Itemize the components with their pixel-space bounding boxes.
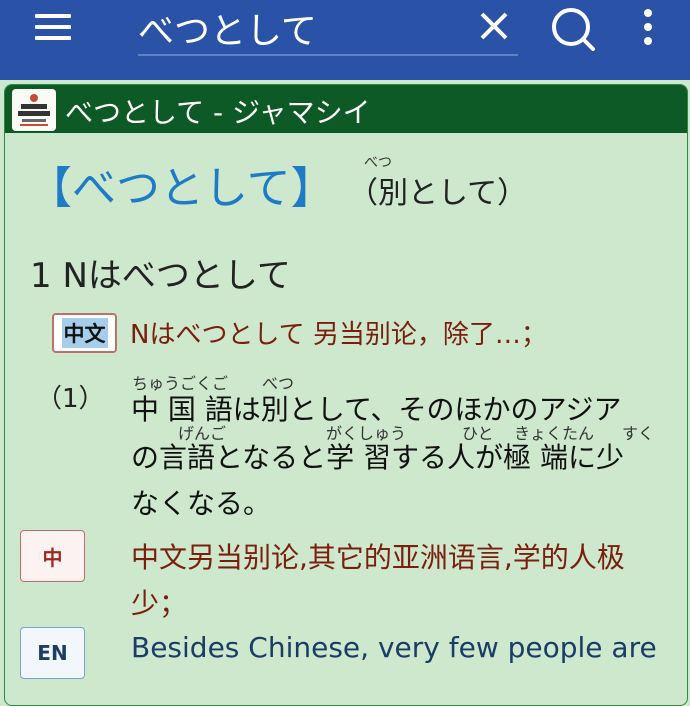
english-example-badge[interactable]: EN bbox=[20, 627, 85, 679]
app-bar bbox=[0, 0, 690, 80]
example-sentence-line: なくなる。 bbox=[131, 487, 272, 520]
example-sentence-line: の言語となると学 習する人が極 端に少 bbox=[131, 441, 624, 474]
kanji-form: （別として） bbox=[348, 176, 528, 211]
furigana: すく bbox=[622, 424, 655, 443]
menu-icon[interactable] bbox=[35, 14, 71, 40]
search-box[interactable] bbox=[138, 6, 518, 56]
search-icon[interactable] bbox=[548, 6, 598, 56]
chinese-translation-badge[interactable]: 中文 bbox=[52, 313, 117, 353]
chinese-example-badge[interactable]: 中 bbox=[20, 530, 85, 582]
dictionary-logo-icon bbox=[12, 89, 56, 131]
example-translation-en: Besides Chinese, very few people are bbox=[131, 631, 657, 664]
card-title: べつとして - ジャマシイ bbox=[65, 96, 371, 129]
example-number: （1） bbox=[36, 384, 105, 414]
search-input[interactable] bbox=[138, 6, 468, 50]
more-vert-icon[interactable] bbox=[640, 8, 656, 46]
card-header: べつとして - ジャマシイ bbox=[5, 85, 687, 133]
example-translation-zh: 少； bbox=[131, 587, 188, 620]
clear-icon[interactable] bbox=[476, 8, 512, 44]
sense-title: 1 Nはべつとして bbox=[30, 256, 291, 296]
example-translation-zh: 中文另当别论,其它的亚洲语言,学的人极 bbox=[131, 541, 625, 574]
headword: 【べつとして】 bbox=[28, 163, 335, 214]
sense-translation-zh: Nはべつとして 另当别论，除了…； bbox=[130, 320, 547, 350]
badge-label: 中文 bbox=[61, 318, 108, 348]
badge-label: 中 bbox=[42, 545, 63, 570]
badge-label: EN bbox=[37, 641, 68, 665]
